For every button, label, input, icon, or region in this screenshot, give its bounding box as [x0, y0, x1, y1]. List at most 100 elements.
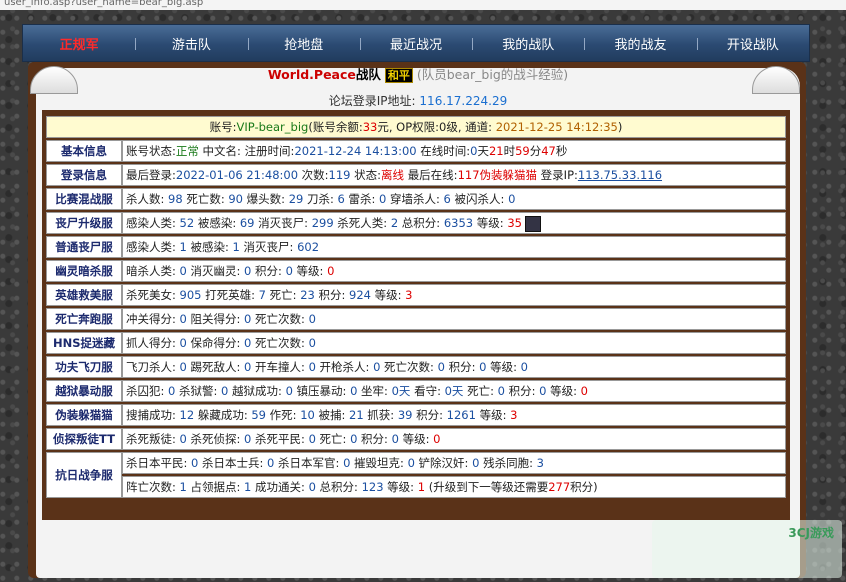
game-row-head: 普通丧尸服 — [46, 236, 122, 258]
stat-value: 924 — [349, 288, 371, 302]
account-op: 0级, — [439, 120, 462, 134]
stat-label: 积分: — [412, 408, 447, 422]
game-row: 伪装躲猫猫 搜捕成功: 12 躲藏成功: 59 作死: 10 被捕: 21 抓获:… — [46, 404, 786, 426]
stat-label: (升级到下一等级还需要 — [425, 480, 549, 494]
stat-value: 277 — [548, 480, 571, 494]
forum-ip-value: 116.17.224.29 — [419, 94, 508, 108]
stat-value: 3 — [405, 288, 413, 302]
stat-label: 积分: — [251, 264, 286, 278]
stat-label: 死亡次数: — [251, 336, 309, 350]
stat-value: 29 — [288, 192, 304, 206]
stat-value: 905 — [179, 288, 202, 302]
stat-label: 杀死人类: — [333, 216, 391, 230]
stat-value: 1 — [417, 480, 426, 494]
stat-label: 踢死敌人: — [186, 360, 245, 374]
game-row-body: 杀人数: 98 死亡数: 90 爆头数: 29 刀杀: 6 雷杀: 0 穿墙杀人… — [122, 188, 786, 210]
stat-label: 残杀同胞: — [479, 456, 537, 470]
war-body-2: 阵亡次数: 1 占领据点: 1 成功通关: 0 总积分: 123 等级: 1 (… — [122, 476, 786, 498]
war-row-1: 抗日战争服 杀日本平民: 0 杀日本士兵: 0 杀日本军官: 0 摧毁坦克: 0… — [46, 452, 786, 498]
stat-value: 0 — [520, 360, 528, 374]
stat-value: 23 — [300, 288, 315, 302]
stat-label: 躲藏成功: — [194, 408, 252, 422]
game-row: 幽灵暗杀服 暗杀人类: 0 消灭幽灵: 0 积分: 0 等级: 0 — [46, 260, 786, 282]
nav-item-my-friends[interactable]: 我的战友 — [584, 34, 696, 53]
stat-value: 1 — [179, 240, 187, 254]
stat-label: 抓获: — [363, 408, 398, 422]
stat-label: 杀死平民: — [251, 432, 309, 446]
stat-label: 被闪杀人: — [450, 192, 509, 206]
stat-value: 0天 — [391, 384, 411, 398]
stat-label: 感染人类: — [126, 240, 180, 254]
nav-item-create-clan[interactable]: 开设战队 — [696, 34, 809, 53]
stat-value: 0 — [308, 360, 316, 374]
stat-label: 等级: — [398, 432, 434, 446]
nav-item-guerrilla[interactable]: 游击队 — [135, 34, 247, 53]
game-row-head: 英雄救美服 — [46, 284, 122, 306]
stat-value: 0 — [179, 336, 187, 350]
game-row-head: 死亡奔跑服 — [46, 308, 122, 330]
game-row-head: 功夫飞刀服 — [46, 356, 122, 378]
nav-item-regular-army[interactable]: 正规军 — [23, 34, 135, 53]
stat-value: 3 — [536, 456, 544, 470]
stat-label: 看守: — [410, 384, 445, 398]
clan-name[interactable]: World.Peace — [268, 67, 356, 82]
nav-item-my-clan[interactable]: 我的战队 — [472, 34, 584, 53]
forum-ip-line: 论坛登录IP地址: 116.17.224.29 — [36, 92, 800, 109]
basic-info-row: 基本信息 账号状态:正常 中文名: 注册时间:2021-12-24 14:13:… — [46, 140, 786, 162]
stat-label: 被捕: — [314, 408, 350, 422]
basic-info-body: 账号状态:正常 中文名: 注册时间:2021-12-24 14:13:00 在线… — [122, 140, 786, 162]
stat-label: 抓人得分: — [126, 336, 180, 350]
stat-label: 等级: — [370, 288, 406, 302]
account-cell: 账号:VIP-bear_big(账号余额:33元, OP权限:0级, 通道: 2… — [46, 116, 786, 138]
stat-value: 98 — [168, 192, 183, 206]
stat-value: 0 — [179, 432, 187, 446]
stat-label: 总积分: — [315, 480, 362, 494]
stat-label: 刀杀: — [303, 192, 338, 206]
stat-label: 铲除汉奸: — [414, 456, 473, 470]
stat-label: 等级: — [292, 264, 328, 278]
stat-label: 消灭丧尸: — [254, 216, 312, 230]
game-row-body: 飞刀杀人: 0 踢死敌人: 0 开车撞人: 0 开枪杀人: 0 死亡次数: 0 … — [122, 356, 786, 378]
stat-label: 保命得分: — [186, 336, 245, 350]
stat-value: 0 — [285, 384, 293, 398]
stat-label: 积分: — [504, 384, 540, 398]
stat-label: 死亡: — [266, 288, 301, 302]
stat-label: 占领据点: — [186, 480, 245, 494]
stat-value: 299 — [311, 216, 334, 230]
login-ip-link[interactable]: 113.75.33.116 — [578, 168, 662, 182]
game-row: HNS捉迷藏 抓人得分: 0 保命得分: 0 死亡次数: 0 — [46, 332, 786, 354]
stat-label: 杀日本平民: — [126, 456, 192, 470]
stat-label: 总积分: — [398, 216, 444, 230]
stat-value: 6353 — [443, 216, 474, 230]
game-row-body: 杀死叛徒: 0 杀死侦探: 0 杀死平民: 0 死亡: 0 积分: 0 等级: … — [122, 428, 786, 450]
game-row: 丧尸升级服 感染人类: 52 被感染: 69 消灭丧尸: 299 杀死人类: 2 … — [46, 212, 786, 234]
game-row-body: 感染人类: 52 被感染: 69 消灭丧尸: 299 杀死人类: 2 总积分: … — [122, 212, 786, 234]
stat-label: 杀日本军官: — [274, 456, 344, 470]
account-user: VIP-bear_big — [236, 120, 309, 134]
nav-item-grab-territory[interactable]: 抢地盘 — [247, 34, 360, 53]
nav-item-recent-battles[interactable]: 最近战况 — [359, 34, 472, 53]
stat-label: 打死英雄: — [201, 288, 259, 302]
stat-label: 杀囚犯: — [126, 384, 169, 398]
stat-value: 10 — [300, 408, 315, 422]
stat-value: 12 — [179, 408, 195, 422]
login-info-body: 最后登录:2022-01-06 21:48:00 次数:119 状态:离线 最后… — [122, 164, 786, 186]
stat-value: 0 — [433, 432, 441, 446]
game-row: 越狱暴动服 杀囚犯: 0 杀狱警: 0 越狱成功: 0 镇压暴动: 0 坐牢: 0… — [46, 380, 786, 402]
account-row: 账号:VIP-bear_big(账号余额:33元, OP权限:0级, 通道: 2… — [46, 116, 786, 138]
stat-value: 602 — [297, 240, 320, 254]
account-balance: 33 — [362, 120, 378, 134]
stat-label: 感染人类: — [126, 216, 180, 230]
stat-value: 0 — [580, 384, 588, 398]
game-row: 死亡奔跑服 冲关得分: 0 阻关得分: 0 死亡次数: 0 — [46, 308, 786, 330]
stat-label: 杀死美女: — [126, 288, 180, 302]
stat-label: 杀日本士兵: — [198, 456, 268, 470]
game-rows: 比赛混战服 杀人数: 98 死亡数: 90 爆头数: 29 刀杀: 6 雷杀: 0… — [46, 188, 786, 450]
stat-label: 成功通关: — [251, 480, 309, 494]
stat-value: 52 — [179, 216, 195, 230]
title-subtext: (队员bear_big的战斗经验) — [416, 67, 569, 82]
stat-label: 等级: — [383, 480, 418, 494]
stat-label: 消灭丧尸: — [239, 240, 298, 254]
game-row-head: 侦探叛徒TT — [46, 428, 122, 450]
stats-table-frame: 账号:VIP-bear_big(账号余额:33元, OP权限:0级, 通道: 2… — [42, 110, 790, 520]
